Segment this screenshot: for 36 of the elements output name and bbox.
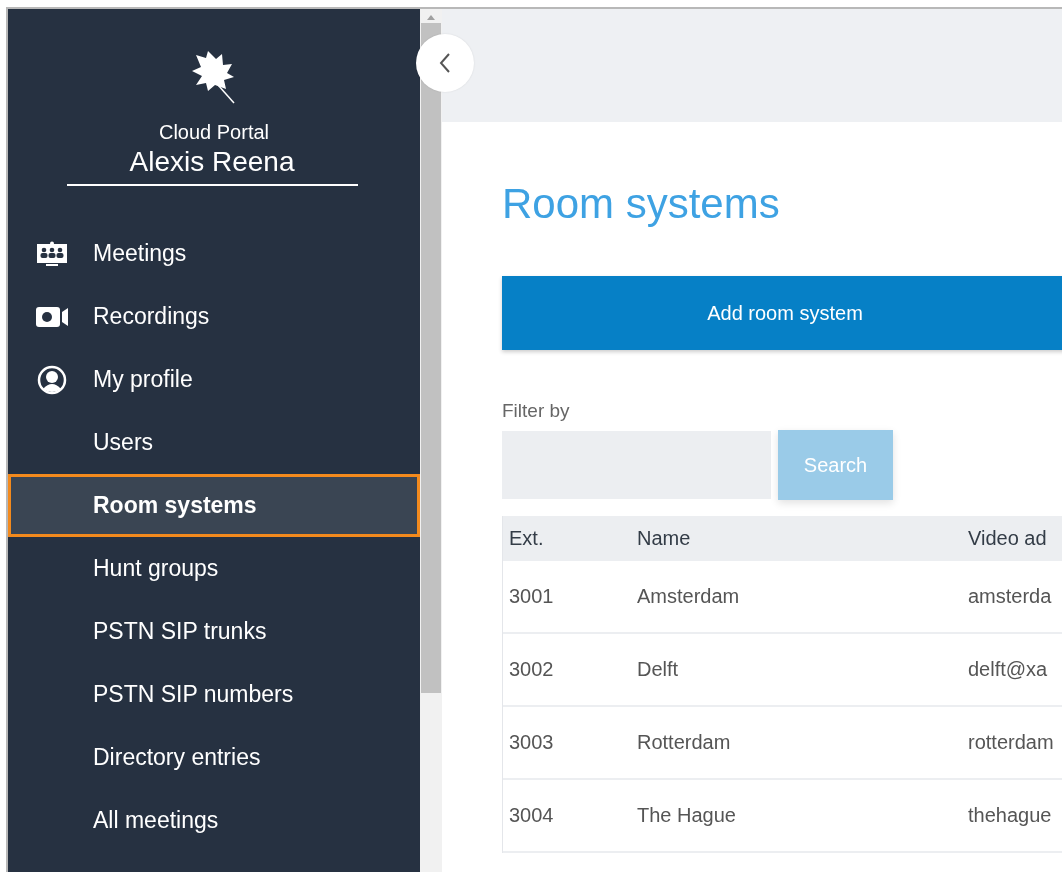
- table-cell-text: thehague: [967, 804, 1053, 827]
- chevron-left-icon: [438, 51, 452, 75]
- filter-label: Filter by: [502, 400, 571, 422]
- nav-item[interactable]: Room systems: [8, 474, 420, 537]
- table-cell-text: 3002: [508, 658, 555, 681]
- meeting-screen-icon: [36, 240, 68, 267]
- scroll-up-icon[interactable]: [426, 13, 436, 21]
- column-header: Name: [636, 527, 692, 550]
- nav-item[interactable]: All meetings: [8, 789, 420, 852]
- table-cell-text: 3004: [508, 804, 555, 827]
- nav-item[interactable]: Users: [8, 411, 420, 474]
- table-cell-text: Amsterdam: [636, 585, 741, 608]
- table-cell-text: The Hague: [636, 804, 737, 827]
- table-cell-text: rotterdam: [967, 731, 1055, 754]
- page-title: Room systems: [502, 180, 781, 228]
- nav-item[interactable]: Meetings: [8, 222, 420, 285]
- add-room-system-button[interactable]: Add room system: [502, 276, 1062, 350]
- nav-item[interactable]: Directory entries: [8, 726, 420, 789]
- column-header: Video ad: [967, 527, 1048, 550]
- profile-icon: [37, 364, 67, 395]
- table-cell-text: Delft: [636, 658, 680, 681]
- table-cell-text: 3003: [508, 731, 555, 754]
- table-cell-text: Rotterdam: [636, 731, 732, 754]
- nav-item[interactable]: My profile: [8, 348, 420, 411]
- table-cell-text: amsterda: [967, 585, 1053, 608]
- video-camera-icon: [35, 305, 69, 328]
- table-cell-text: 3001: [508, 585, 555, 608]
- column-header: Ext.: [508, 527, 545, 550]
- nav-item[interactable]: PSTN SIP trunks: [8, 600, 420, 663]
- scrollbar[interactable]: [420, 9, 442, 872]
- portal-name: Cloud Portal: [158, 121, 270, 144]
- nav-item[interactable]: Hunt groups: [8, 537, 420, 600]
- table-cell-text: delft@xa: [967, 658, 1049, 681]
- nav-item[interactable]: PSTN SIP numbers: [8, 663, 420, 726]
- user-name: Alexis Reena: [66, 144, 358, 186]
- nav-item[interactable]: Recordings: [8, 285, 420, 348]
